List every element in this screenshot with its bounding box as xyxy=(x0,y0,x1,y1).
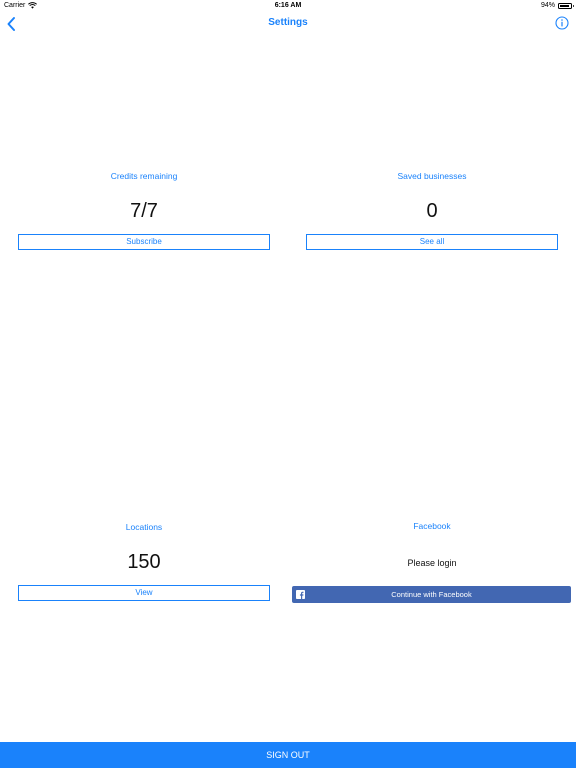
page-title: Settings xyxy=(268,17,308,28)
sign-out-button[interactable]: SIGN OUT xyxy=(0,742,576,768)
battery-icon xyxy=(558,2,574,9)
battery-level-fill xyxy=(560,4,570,7)
info-button[interactable] xyxy=(555,16,569,30)
status-time: 6:16 AM xyxy=(274,2,302,9)
subscribe-button[interactable]: Subscribe xyxy=(18,234,270,250)
facebook-label: Facebook xyxy=(413,521,451,531)
info-circle-icon xyxy=(555,16,569,30)
facebook-logo-icon xyxy=(296,590,305,599)
battery-percent: 94% xyxy=(540,2,555,9)
view-locations-button[interactable]: View xyxy=(18,585,270,601)
facebook-button-label: Continue with Facebook xyxy=(391,590,472,599)
settings-screen: Carrier 6:16 AM 94% Settings Credits rem… xyxy=(0,0,576,768)
saved-businesses-label: Saved businesses xyxy=(397,171,467,181)
locations-value: 150 xyxy=(127,551,161,573)
locations-label: Locations xyxy=(125,522,163,532)
battery-tip xyxy=(572,4,574,7)
credits-value: 7/7 xyxy=(130,200,158,222)
saved-businesses-value: 0 xyxy=(426,200,438,222)
status-bar: Carrier 6:16 AM 94% xyxy=(0,0,576,12)
status-bar-right: 94% xyxy=(540,2,574,9)
continue-with-facebook-button[interactable]: Continue with Facebook xyxy=(292,586,571,603)
see-all-button[interactable]: See all xyxy=(306,234,558,250)
credits-label: Credits remaining xyxy=(110,171,178,181)
facebook-status: Please login xyxy=(407,558,457,568)
navigation-bar: Settings xyxy=(0,12,576,36)
